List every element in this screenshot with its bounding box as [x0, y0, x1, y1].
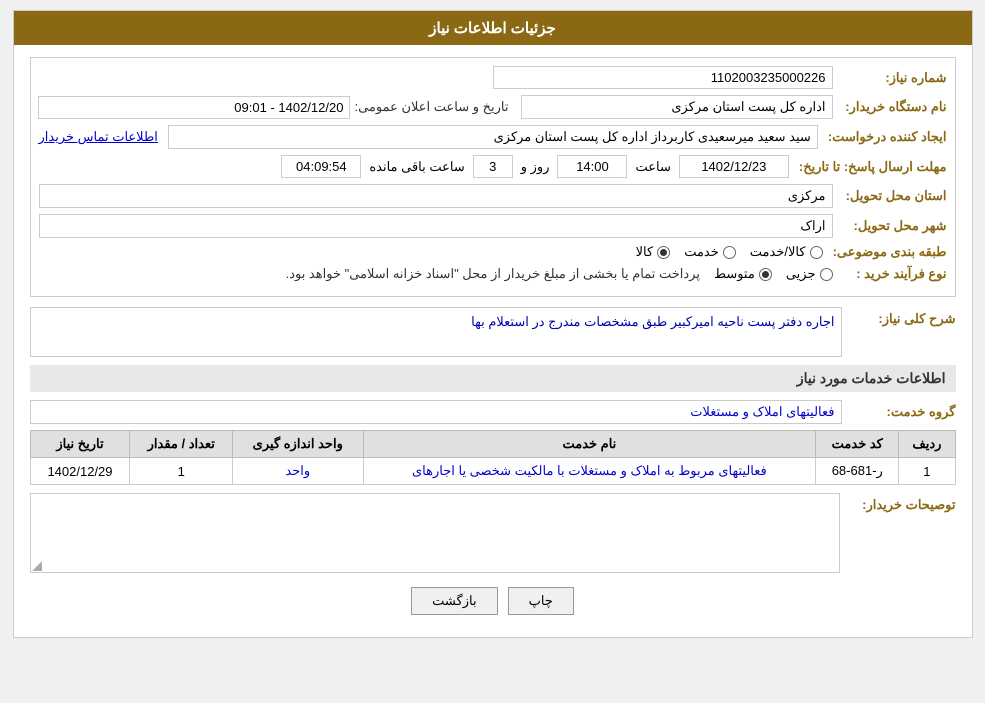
footer-buttons: چاپ بازگشت: [30, 587, 956, 615]
delivery-city-value: اراک: [39, 214, 833, 238]
radio-kala-khadamat[interactable]: [810, 246, 823, 259]
cell-name: فعالیتهای مربوط به املاک و مستغلات با ما…: [363, 458, 816, 485]
buyer-org-value: اداره کل پست استان مرکزی: [521, 95, 833, 119]
buyer-comments-box[interactable]: [30, 493, 840, 573]
cell-date: 1402/12/29: [30, 458, 130, 485]
cell-row: 1: [899, 458, 955, 485]
need-number-value: 1102003235000226: [493, 66, 833, 89]
col-date: تاریخ نیاز: [30, 431, 130, 458]
response-remaining: 04:09:54: [281, 155, 361, 178]
category-row: طبقه بندی موضوعی: کالا/خدمت خدمت کالا: [39, 244, 947, 260]
form-section: شماره نیاز: 1102003235000226 نام دستگاه …: [30, 57, 956, 297]
need-description-value: اجاره دفتر پست ناحیه امیرکبیر طبق مشخصات…: [30, 307, 842, 357]
category-radio-group: کالا/خدمت خدمت کالا: [636, 244, 823, 260]
radio-kala[interactable]: [657, 246, 670, 259]
cell-code: ر-681-68: [816, 458, 899, 485]
services-section-title: اطلاعات خدمات مورد نیاز: [30, 365, 956, 392]
buyer-org-label: نام دستگاه خریدار:: [837, 99, 947, 115]
resize-handle: [32, 561, 42, 571]
response-days: 3: [473, 155, 513, 178]
radio-khadamat[interactable]: [723, 246, 736, 259]
category-option-kala-khadamat: کالا/خدمت: [750, 244, 823, 260]
col-code: کد خدمت: [816, 431, 899, 458]
response-date: 1402/12/23: [679, 155, 789, 178]
table-row: 1 ر-681-68 فعالیتهای مربوط به املاک و مس…: [30, 458, 955, 485]
col-unit: واحد اندازه گیری: [233, 431, 364, 458]
services-table: ردیف کد خدمت نام خدمت واحد اندازه گیری ت…: [30, 430, 956, 485]
buyer-comments-row: توصیحات خریدار:: [30, 493, 956, 573]
response-deadline-row: مهلت ارسال پاسخ: تا تاریخ: 1402/12/23 سا…: [39, 155, 947, 178]
response-remaining-label: ساعت باقی مانده: [365, 159, 468, 175]
delivery-city-row: شهر محل تحویل: اراک: [39, 214, 947, 238]
category-label: طبقه بندی موضوعی:: [827, 244, 947, 260]
group-service-row: گروه خدمت: فعالیتهای املاک و مستغلات: [30, 400, 956, 424]
delivery-province-row: استان محل تحویل: مرکزی: [39, 184, 947, 208]
category-option-kala: کالا: [636, 244, 671, 260]
announcement-date-value: 1402/12/20 - 09:01: [38, 96, 350, 119]
page-header: جزئیات اطلاعات نیاز: [14, 11, 972, 45]
table-header-row: ردیف کد خدمت نام خدمت واحد اندازه گیری ت…: [30, 431, 955, 458]
main-container: جزئیات اطلاعات نیاز شماره نیاز: 11020032…: [13, 10, 973, 638]
print-button[interactable]: چاپ: [508, 587, 574, 615]
col-name: نام خدمت: [363, 431, 816, 458]
page-title: جزئیات اطلاعات نیاز: [429, 20, 556, 37]
buyer-comments-label: توصیحات خریدار:: [846, 493, 956, 513]
purchase-note: پرداخت تمام یا بخشی از مبلغ خریدار از مح…: [286, 266, 700, 282]
delivery-province-label: استان محل تحویل:: [837, 188, 947, 204]
cell-quantity: 1: [130, 458, 233, 485]
response-deadline-label: مهلت ارسال پاسخ: تا تاریخ:: [793, 159, 947, 175]
creator-row: ایجاد کننده درخواست: سید سعید میرسعیدی ک…: [39, 125, 947, 149]
delivery-city-label: شهر محل تحویل:: [837, 218, 947, 234]
purchase-label-motavasset: متوسط: [714, 266, 755, 282]
category-label-kala: کالا: [636, 244, 654, 260]
response-time-label: ساعت: [631, 159, 674, 175]
need-number-label: شماره نیاز:: [837, 70, 947, 86]
radio-jozi[interactable]: [820, 268, 833, 281]
creator-link[interactable]: اطلاعات تماس خریدار: [39, 129, 158, 145]
buyer-org-row: نام دستگاه خریدار: اداره کل پست استان مر…: [39, 95, 947, 119]
purchase-option-jozi: جزیی: [786, 266, 833, 282]
purchase-option-motavasset: متوسط: [714, 266, 772, 282]
purchase-type-label: نوع فرآیند خرید :: [837, 266, 947, 282]
creator-value: سید سعید میرسعیدی کاربرداز اداره کل پست …: [168, 125, 818, 149]
category-label-kala-khadamat: کالا/خدمت: [750, 244, 806, 260]
purchase-type-row: نوع فرآیند خرید : جزیی متوسط پرداخت تمام…: [39, 266, 947, 282]
col-quantity: تعداد / مقدار: [130, 431, 233, 458]
response-day-label: روز و: [517, 159, 554, 175]
radio-motavasset[interactable]: [759, 268, 772, 281]
need-description-label: شرح کلی نیاز:: [846, 307, 956, 327]
announcement-date-label: تاریخ و ساعت اعلان عمومی:: [354, 99, 516, 115]
category-option-khadamat: خدمت: [684, 244, 736, 260]
creator-label: ایجاد کننده درخواست:: [822, 129, 947, 145]
service-group-value: فعالیتهای املاک و مستغلات: [30, 400, 842, 424]
cell-unit: واحد: [233, 458, 364, 485]
back-button[interactable]: بازگشت: [411, 587, 497, 615]
need-number-row: شماره نیاز: 1102003235000226: [39, 66, 947, 89]
purchase-label-jozi: جزیی: [786, 266, 816, 282]
delivery-province-value: مرکزی: [39, 184, 833, 208]
col-row: ردیف: [899, 431, 955, 458]
buyer-comments-container: [30, 493, 840, 573]
category-label-khadamat: خدمت: [684, 244, 719, 260]
need-description-row: شرح کلی نیاز: اجاره دفتر پست ناحیه امیرک…: [30, 307, 956, 357]
service-group-label: گروه خدمت:: [846, 404, 956, 420]
response-time: 14:00: [557, 155, 627, 178]
purchase-radio-group: جزیی متوسط: [714, 266, 833, 282]
